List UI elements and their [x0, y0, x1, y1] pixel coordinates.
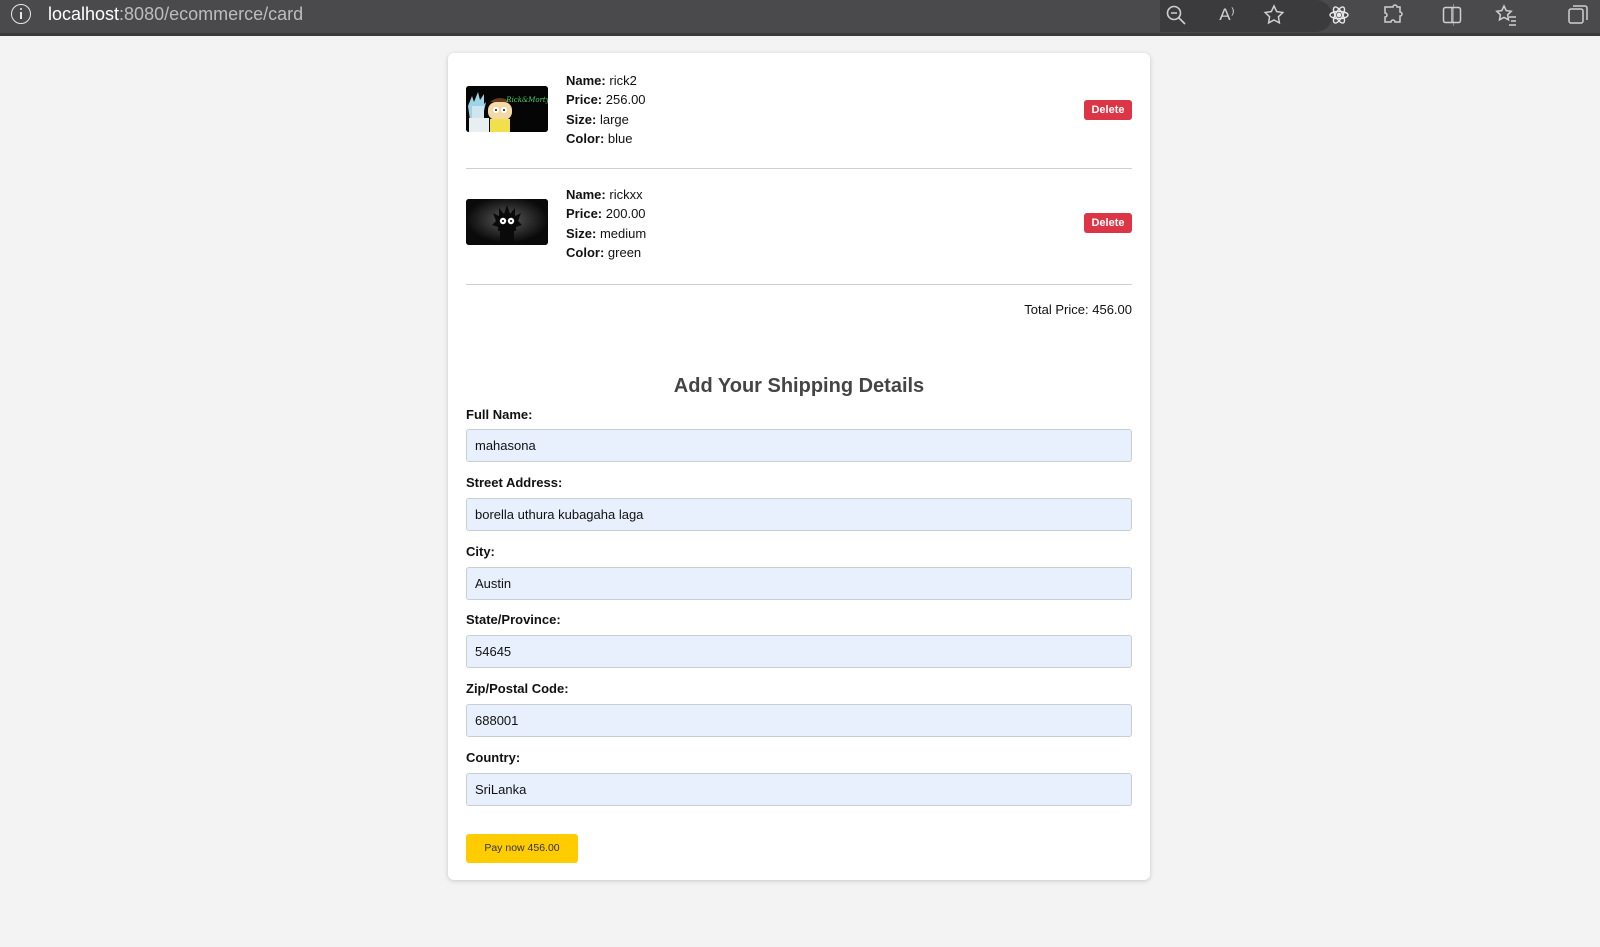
country-input[interactable] [466, 773, 1132, 806]
toolbar-divider [0, 33, 1600, 36]
color-row: Color: blue [566, 129, 646, 148]
product-details: Name: rickxx Price: 200.00 Size: medium … [566, 185, 646, 262]
zoom-out-icon[interactable] [1164, 3, 1188, 27]
size-label: Size: [566, 111, 597, 127]
product-details: Name: rick2 Price: 256.00 Size: large Co… [566, 71, 646, 148]
product-price: 200.00 [605, 206, 646, 222]
name-row: Name: rick2 [566, 71, 646, 90]
name-label: Name: [566, 187, 606, 202]
price-row: Price: 200.00 [566, 204, 646, 223]
product-color: green [607, 244, 642, 260]
split-screen-icon[interactable] [1440, 3, 1464, 27]
zip-code-input[interactable] [466, 704, 1132, 737]
checkout-card: Rick&Morty Name: rick2 Price: 256.00 Siz… [448, 53, 1150, 880]
state-province-label: State/Province: [466, 612, 561, 627]
name-label: Name: [566, 73, 606, 88]
zip-code-label: Zip/Postal Code: [466, 681, 569, 696]
product-image [466, 199, 548, 245]
cart-item: Rick&Morty Name: rick2 Price: 256.00 Siz… [466, 53, 1132, 169]
delete-button[interactable]: Delete [1084, 213, 1132, 233]
full-name-label: Full Name: [466, 407, 533, 422]
color-label: Color: [566, 244, 605, 260]
name-row: Name: rickxx [566, 185, 646, 204]
city-label: City: [466, 544, 495, 559]
site-info-icon[interactable] [11, 4, 31, 24]
url-host: localhost [48, 4, 120, 24]
street-address-input[interactable] [466, 498, 1132, 531]
read-aloud-icon[interactable]: A⁾ [1213, 3, 1241, 27]
browser-toolbar: localhost:8080/ecommerce/card A⁾ [0, 0, 1600, 36]
state-province-input[interactable] [466, 635, 1132, 668]
product-color: blue [607, 130, 633, 146]
total-price-label: Total Price: [1024, 302, 1089, 317]
price-label: Price: [566, 92, 603, 108]
size-row: Size: medium [566, 224, 646, 243]
favorites-icon[interactable] [1494, 3, 1518, 27]
shipping-title: Add Your Shipping Details [673, 375, 925, 397]
url-path: :8080/ecommerce/card [119, 4, 304, 24]
total-price: Total Price: 456.00 [1024, 302, 1132, 317]
full-name-input[interactable] [466, 429, 1132, 462]
product-name: rick2 [609, 73, 637, 88]
collections-icon[interactable] [1566, 3, 1590, 27]
color-label: Color: [566, 130, 605, 146]
react-devtools-icon[interactable] [1327, 3, 1351, 27]
product-size: medium [599, 225, 647, 241]
country-label: Country: [466, 750, 521, 765]
size-row: Size: large [566, 110, 646, 129]
cart-item: Name: rickxx Price: 200.00 Size: medium … [466, 169, 1132, 285]
pay-now-button[interactable]: Pay now 456.00 [466, 834, 578, 863]
product-price: 256.00 [605, 92, 646, 108]
city-input[interactable] [466, 567, 1132, 600]
product-name: rickxx [609, 187, 643, 202]
size-label: Size: [566, 225, 597, 241]
extensions-icon[interactable] [1381, 3, 1405, 27]
delete-button[interactable]: Delete [1084, 100, 1132, 120]
total-price-value: 456.00 [1092, 302, 1132, 317]
street-address-label: Street Address: [466, 475, 563, 490]
svg-text:Rick&Morty: Rick&Morty [505, 96, 548, 104]
favorite-star-icon[interactable] [1262, 3, 1286, 27]
price-label: Price: [566, 206, 603, 222]
address-bar[interactable]: localhost:8080/ecommerce/card [48, 3, 303, 25]
product-size: large [599, 111, 629, 127]
price-row: Price: 256.00 [566, 90, 646, 109]
color-row: Color: green [566, 243, 646, 262]
product-image: Rick&Morty [466, 86, 548, 132]
